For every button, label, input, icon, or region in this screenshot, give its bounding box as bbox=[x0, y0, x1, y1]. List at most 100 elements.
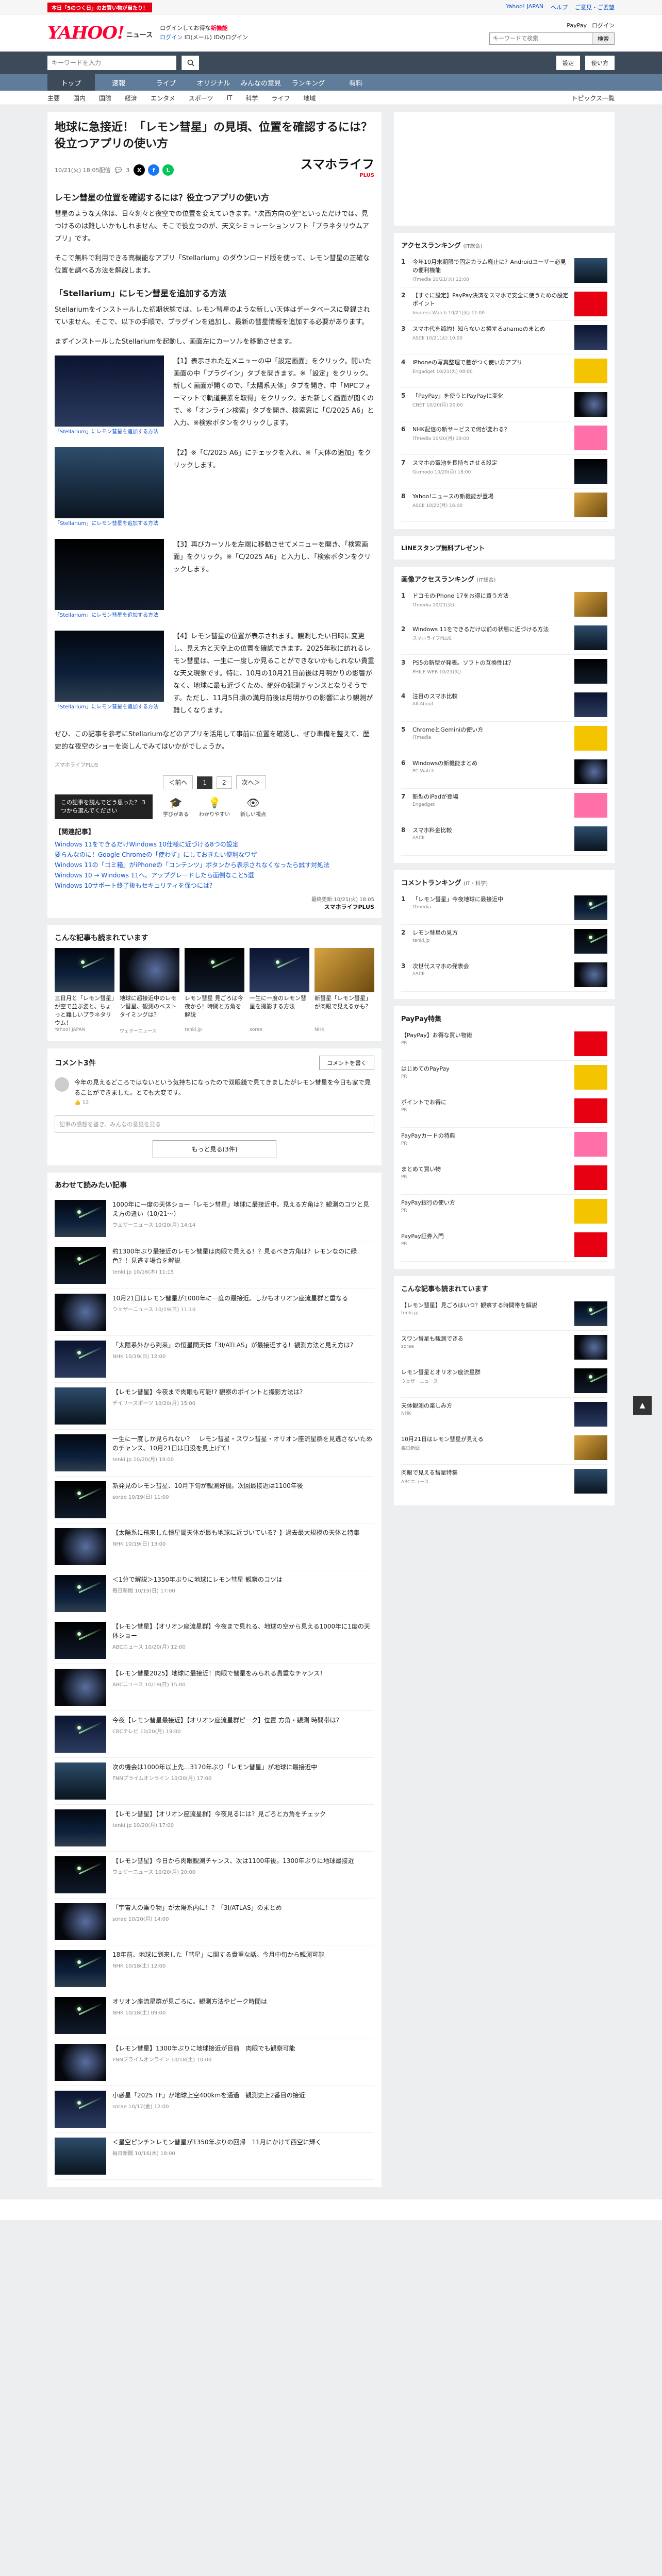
category-item[interactable]: IT bbox=[226, 94, 232, 101]
nav-item[interactable]: ランキング bbox=[285, 74, 332, 91]
category-item[interactable]: 地域 bbox=[303, 94, 316, 103]
list-item[interactable]: 【レモン彗星】1300年ぶりに地球接近が目前 肉眼でも観察可能 FNNプライムオン… bbox=[55, 2039, 374, 2086]
more-comments-button[interactable]: もっと見る(3件) bbox=[153, 1140, 276, 1158]
ranking-item[interactable]: 1 「レモン彗星」今夜地球に最接近中 ITmedia bbox=[401, 891, 607, 925]
reaction-new[interactable]: 👁 新しい視点 bbox=[240, 796, 266, 818]
ranking-item[interactable]: レモン彗星とオリオン座流星群 ウェザーニュース bbox=[401, 1364, 607, 1398]
ranking-item[interactable]: まとめて買い物 PR bbox=[401, 1161, 607, 1195]
news-search-input[interactable] bbox=[47, 56, 176, 70]
nav-item[interactable]: オリジナル bbox=[190, 74, 237, 91]
list-item[interactable]: 新発見のレモン彗星、10月下旬が観測好機。次回最接近は1100年後 sorae 1… bbox=[55, 1477, 374, 1523]
list-item[interactable]: 【レモン彗星2025】地球に最接近！肉眼で彗星をみられる貴重なチャンス！ ABCニ… bbox=[55, 1664, 374, 1711]
ranking-item[interactable]: 7 スマホの電池を長持ちさせる設定 Gizmodo 10/20(月) 18:00 bbox=[401, 455, 607, 488]
list-item[interactable]: 「宇宙人の乗り物」が太陽系内に！？「3I/ATLAS」のまとめ sorae 10/… bbox=[55, 1899, 374, 1945]
image-caption[interactable]: 「Stellarium」にレモン彗星を追加する方法 bbox=[55, 612, 164, 619]
line-stamp-banner[interactable]: LINEスタンプ無料プレゼント bbox=[394, 536, 615, 560]
list-item[interactable]: 18年前、地球に到来した「彗星」に関する貴重な話。今月中旬から観測可能 NHK 1… bbox=[55, 1945, 374, 1992]
write-comment-button[interactable]: コメントを書く bbox=[319, 1056, 374, 1070]
paypay-link[interactable]: PayPay bbox=[567, 22, 587, 29]
ranking-item[interactable]: 1 今年10月末期限で固定カラム廃止に？Androidユーザー必見の便利機能 ITm… bbox=[401, 254, 607, 287]
nav-item[interactable]: みんなの意見 bbox=[237, 74, 285, 91]
ranking-item[interactable]: 10月21日はレモン彗星が見える 毎日新聞 bbox=[401, 1431, 607, 1465]
list-item[interactable]: 約1300年ぶり最接近のレモン彗星は肉眼で見える！？見るべき方角は？レモンなのに… bbox=[55, 1242, 374, 1289]
list-item[interactable]: 【太陽系に飛来した恒星間天体が最も地球に近づいている？】過去最大規模の天体と特集… bbox=[55, 1523, 374, 1570]
ranking-item[interactable]: 4 注目のスマホ比較 All About bbox=[401, 688, 607, 722]
related-link[interactable]: Windows 10 → Windows 11へ、アップグレードしたら面倒なこと… bbox=[55, 870, 374, 880]
ranking-item[interactable]: 1 ドコモのiPhone 17をお得に買う方法 ITmedia 10/21(火) bbox=[401, 588, 607, 621]
ranking-item[interactable]: 2 【すぐに設定】PayPay決済をスマホで安全に使うための設定ポイント Impre… bbox=[401, 287, 607, 321]
nav-item[interactable]: 速報 bbox=[95, 74, 142, 91]
page-number[interactable]: 2 bbox=[217, 776, 232, 789]
category-item[interactable]: 国際 bbox=[99, 94, 111, 103]
like-count[interactable]: 12 bbox=[82, 1100, 89, 1106]
list-item[interactable]: 【レモン彗星】今日から肉眼観測チャンス、次は1100年後。1300年ぶりに地球最… bbox=[55, 1852, 374, 1899]
media-logo[interactable]: スマホライフ PLUS bbox=[301, 158, 374, 181]
comment-input[interactable]: 記事の感想を書き、みんなの意見を見る bbox=[55, 1115, 374, 1133]
list-item[interactable]: 「太陽系外から到来」の恒星間天体「3I/ATLAS」が最接近する！観測方法と見え… bbox=[55, 1336, 374, 1383]
ranking-item[interactable]: 8 スマホ料金比較 ASCII bbox=[401, 822, 607, 856]
ranking-item[interactable]: 7 新型のiPadが登場 Engadget bbox=[401, 789, 607, 822]
ranking-item[interactable]: 天体観測の楽しみ方 NHK bbox=[401, 1398, 607, 1431]
x-share-icon[interactable]: X bbox=[134, 164, 145, 176]
list-item[interactable]: 小惑星「2025 TF」が地球上空400kmを通過 観測史上2番目の接近 sora… bbox=[55, 2086, 374, 2133]
list-item[interactable]: ＜星空ピンチ＞レモン彗星が1350年ぶりの回帰 11月にかけて西空に輝く 毎日新聞… bbox=[55, 2133, 374, 2180]
step-image[interactable] bbox=[55, 539, 164, 610]
recommend-item[interactable]: レモン彗星 見ごろは今夜から！時間と方角を解説 tenki.jp bbox=[185, 948, 244, 1034]
top-link[interactable]: Yahoo! JAPAN bbox=[506, 3, 543, 11]
category-item[interactable]: エンタメ bbox=[151, 94, 175, 103]
list-item[interactable]: 1000年に一度の天体ショー「レモン彗星」地球に最接近中。見える方角は？観測のコ… bbox=[55, 1195, 374, 1242]
reaction-learn[interactable]: 🎓 学びがある bbox=[163, 796, 189, 818]
ranking-item[interactable]: 4 iPhoneの写真整理で差がつく使い方アプリ Engadget 10/21(火)… bbox=[401, 354, 607, 388]
step-image[interactable] bbox=[55, 447, 164, 518]
list-item[interactable]: 一生に一度しか見られない？ レモン彗星・スワン彗星・オリオン座流星群を見逃さない… bbox=[55, 1430, 374, 1477]
step-image[interactable] bbox=[55, 355, 164, 427]
login-link[interactable]: ログイン bbox=[160, 34, 183, 41]
ranking-item[interactable]: PayPay証券入門 PR bbox=[401, 1228, 607, 1262]
image-caption[interactable]: 「Stellarium」にレモン彗星を追加する方法 bbox=[55, 704, 164, 711]
category-item[interactable]: 経済 bbox=[125, 94, 137, 103]
ad-slot[interactable] bbox=[394, 112, 615, 226]
list-item[interactable]: 【レモン彗星】【オリオン座流星群】今夜見るには？見ごろと方角をチェック tenki… bbox=[55, 1805, 374, 1852]
category-item[interactable]: ライフ bbox=[271, 94, 290, 103]
ranking-item[interactable]: 8 Yahoo!ニュースの新機能が登場 ASCII 10/20(月) 16:00 bbox=[401, 488, 607, 522]
ranking-item[interactable]: 6 NHK配信の新サービスで何が変わる？ ITmedia 10/20(月) 19:0… bbox=[401, 421, 607, 455]
login-button[interactable]: ログイン bbox=[592, 21, 615, 29]
ranking-item[interactable]: 【レモン彗星】見ごろはいつ？観察する時間帯を解説 tenki.jp bbox=[401, 1297, 607, 1331]
ranking-item[interactable]: 6 Windowsの新機能まとめ PC Watch bbox=[401, 755, 607, 789]
next-page-button[interactable]: 次へ＞ bbox=[236, 775, 266, 789]
ranking-item[interactable]: 5 「PayPay」を使うとPayPayに変化 CNET 10/20(月) 20:0… bbox=[401, 388, 607, 421]
header-search-button[interactable]: 検索 bbox=[592, 32, 615, 45]
ranking-item[interactable]: 3 次世代スマホの発表会 ASCII bbox=[401, 958, 607, 992]
search-icon[interactable] bbox=[181, 56, 199, 70]
related-link[interactable]: Windows 10サポート終了後もセキュリティを保つには？ bbox=[55, 880, 374, 891]
step-image[interactable] bbox=[55, 631, 164, 702]
related-link[interactable]: 要らんなのに！Google Chromeの「使わず」にしておきたい便利なワザ bbox=[55, 850, 374, 860]
header-search-input[interactable] bbox=[489, 32, 592, 45]
list-item[interactable]: 【レモン彗星】今夜まで肉眼も可能!? 観察のポイントと撮影方法は？ デイリースポー… bbox=[55, 1383, 374, 1430]
related-link[interactable]: Windows 11の「ゴミ箱」がiPhoneの「コンテンツ」ボタンから表示され… bbox=[55, 860, 374, 870]
promo-banner[interactable]: 本日「5のつく日」のお買い物が当たり！ bbox=[47, 2, 152, 12]
page-top-button[interactable]: ▲ bbox=[633, 1396, 652, 1415]
related-link[interactable]: Windows 11をできるだけWindows 10仕様に近づける8つの設定 bbox=[55, 839, 374, 850]
comment-count[interactable]: 3 bbox=[126, 167, 129, 174]
ranking-item[interactable]: 5 ChromeとGeminiの使い方 ITmedia bbox=[401, 722, 607, 755]
ranking-item[interactable]: 3 スマホ代を節約！知らないと損するahamoのまとめ ASCII 10/21(火)… bbox=[401, 321, 607, 354]
ranking-item[interactable]: ポイントでお得に PR bbox=[401, 1094, 607, 1128]
top-link[interactable]: ご意見・ご要望 bbox=[575, 3, 615, 11]
recommend-item[interactable]: 三日月と「レモン彗星」が空で並ぶ姿と、ちょっと難しいプラネタリウム！ Yahoo!… bbox=[55, 948, 114, 1034]
category-item[interactable]: 科学 bbox=[245, 94, 258, 103]
list-item[interactable]: ＜1分で解説＞1350年ぶりに地球にレモン彗星 観察のコツは 毎日新聞 10/19… bbox=[55, 1570, 374, 1617]
recommend-item[interactable]: 一生に一度のレモン彗星を撮影する方法 sorae bbox=[250, 948, 309, 1034]
topics-link[interactable]: トピックス一覧 bbox=[571, 94, 615, 103]
page-number[interactable]: 1 bbox=[197, 776, 212, 789]
nav-item[interactable]: ライブ bbox=[142, 74, 190, 91]
settings-button[interactable]: 設定 bbox=[556, 56, 580, 70]
ranking-item[interactable]: 3 PS5の新型が発表。ソフトの互換性は？ PHILE WEB 10/21(火) bbox=[401, 655, 607, 688]
image-caption[interactable]: 「Stellarium」にレモン彗星を追加する方法 bbox=[55, 520, 164, 528]
list-item[interactable]: 今夜【レモン彗星最接近】【オリオン座流星群ピーク】位置 方角・観測 時間帯は？ C… bbox=[55, 1711, 374, 1758]
ranking-item[interactable]: PayPay銀行の使い方 PR bbox=[401, 1195, 607, 1228]
list-item[interactable]: 【レモン彗星】【オリオン座流星群】今夜まで見れる、地球の空から見える1000年に… bbox=[55, 1617, 374, 1664]
ranking-item[interactable]: はじめてのPayPay PR bbox=[401, 1061, 607, 1094]
facebook-share-icon[interactable]: f bbox=[148, 164, 160, 176]
category-item[interactable]: スポーツ bbox=[189, 94, 213, 103]
